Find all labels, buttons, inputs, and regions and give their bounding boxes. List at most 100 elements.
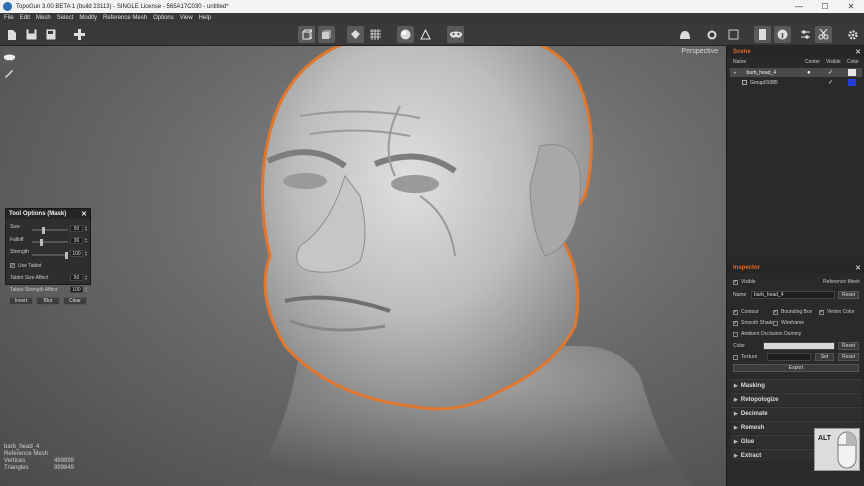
cube-wire-icon[interactable]	[298, 26, 315, 43]
tablet-size-value[interactable]: 50	[70, 274, 83, 281]
cube-solid-icon[interactable]	[318, 26, 335, 43]
scene-col-color[interactable]: Color	[847, 59, 859, 65]
triangle-wire-icon[interactable]	[417, 26, 434, 43]
color-reset-button[interactable]: Reset	[838, 342, 859, 350]
menu-edit[interactable]: Edit	[20, 15, 30, 21]
texture-input[interactable]	[767, 353, 811, 361]
info-icon[interactable]	[754, 26, 771, 43]
settings-gear-icon[interactable]	[844, 26, 861, 43]
minimize-button[interactable]: —	[786, 0, 812, 13]
inspector-header[interactable]: Inspector ✕	[727, 263, 864, 273]
menu-reference-mesh[interactable]: Reference Mesh	[103, 15, 147, 21]
maximize-button[interactable]: ☐	[812, 0, 838, 13]
use-tablet-row[interactable]: ✓ Use Tablet	[10, 261, 42, 270]
scene-col-center[interactable]: Center	[805, 59, 820, 65]
clear-button[interactable]: Clear	[63, 297, 87, 305]
menu-modify[interactable]: Modify	[79, 15, 97, 21]
inspector-close-icon[interactable]: ✕	[855, 264, 861, 272]
visible-check-icon[interactable]: ✓	[828, 79, 833, 86]
menu-help[interactable]: Help	[199, 15, 211, 21]
visible-check-icon[interactable]: ✓	[828, 69, 833, 76]
falloff-spin-icon[interactable]: ▴ ▾	[84, 237, 88, 244]
texture-reset-button[interactable]: Reset	[838, 353, 859, 361]
frame-icon[interactable]	[725, 26, 742, 43]
smooth-shade-checkbox[interactable]: ✓	[733, 320, 738, 326]
scene-col-name[interactable]: Name	[733, 59, 746, 65]
close-button[interactable]: ✕	[838, 0, 864, 13]
section-retopologize[interactable]: ▶ Retopologize	[731, 393, 861, 405]
strength-slider-knob[interactable]	[65, 252, 68, 259]
texture-checkbox[interactable]	[733, 354, 738, 360]
color-swatch[interactable]	[848, 79, 856, 86]
save-icon[interactable]	[23, 26, 40, 43]
menu-options[interactable]: Options	[153, 15, 174, 21]
scene-close-icon[interactable]: ✕	[855, 48, 861, 56]
tool-options-header[interactable]: Tool Options (Mask) ✕	[6, 209, 90, 219]
bounding-box-checkbox[interactable]: ✓	[773, 309, 778, 315]
strength-spin-icon[interactable]: ▴ ▾	[84, 250, 88, 257]
scene-header[interactable]: Scene ✕	[727, 47, 864, 57]
name-input[interactable]: barb_head_4	[751, 291, 835, 299]
color-field[interactable]	[763, 342, 835, 350]
size-slider-knob[interactable]	[41, 227, 45, 234]
sphere-shaded-icon[interactable]	[397, 26, 414, 43]
add-icon[interactable]	[71, 26, 88, 43]
section-decimate[interactable]: ▶ Decimate	[731, 407, 861, 419]
invert-button[interactable]: Invert	[9, 297, 33, 305]
brush-tool-icon[interactable]	[2, 66, 16, 80]
grid-mesh-icon[interactable]	[367, 26, 384, 43]
menu-mesh[interactable]: Mesh	[36, 15, 51, 21]
menu-file[interactable]: File	[4, 15, 14, 21]
mask-tool-icon[interactable]	[2, 50, 16, 64]
use-tablet-checkbox[interactable]: ✓	[10, 263, 15, 269]
menu-select[interactable]: Select	[57, 15, 74, 21]
visible-row[interactable]: ✓ Visible	[733, 279, 756, 285]
texture-row[interactable]: Texture	[733, 354, 757, 360]
falloff-slider[interactable]	[32, 239, 68, 246]
3d-viewport[interactable]: Perspective	[0, 46, 726, 486]
name-reset-button[interactable]: Reset	[838, 291, 859, 299]
falloff-slider-knob[interactable]	[40, 239, 44, 246]
scene-row-barb-head[interactable]: ▸ barb_head_4 ● ✓	[730, 68, 862, 77]
scene-row-group[interactable]: Group01085 ✓	[730, 78, 862, 87]
save-as-icon[interactable]	[43, 26, 60, 43]
bounding-box-row[interactable]: ✓ Bounding Box	[773, 309, 812, 315]
tablet-strength-spin-icon[interactable]: ▴ ▾	[84, 286, 88, 293]
scissors-icon[interactable]	[815, 26, 832, 43]
tool-options-close-icon[interactable]: ✕	[81, 210, 87, 218]
size-spin-icon[interactable]: ▴ ▾	[84, 225, 88, 232]
strength-value[interactable]: 100	[70, 250, 83, 257]
vertex-color-checkbox[interactable]: ✓	[819, 309, 824, 315]
ambient-occlusion-checkbox[interactable]	[733, 331, 738, 337]
sliders-icon[interactable]	[797, 26, 814, 43]
new-file-icon[interactable]	[3, 26, 20, 43]
strength-slider[interactable]	[32, 252, 68, 259]
mask-icon[interactable]	[447, 26, 464, 43]
size-slider[interactable]	[32, 227, 68, 234]
section-masking[interactable]: ▶ Masking	[731, 379, 861, 391]
menu-view[interactable]: View	[180, 15, 193, 21]
tablet-size-spin-icon[interactable]: ▴ ▾	[84, 274, 88, 281]
vertex-color-row[interactable]: ✓ Vertex Color	[819, 309, 855, 315]
info-circle-icon[interactable]	[774, 26, 791, 43]
blur-button[interactable]: Blur	[36, 297, 60, 305]
tablet-strength-value[interactable]: 100	[70, 286, 83, 293]
size-value[interactable]: 50	[70, 225, 83, 232]
color-swatch[interactable]	[848, 69, 856, 76]
camera-mode-label[interactable]: Perspective	[681, 48, 718, 55]
visible-checkbox[interactable]: ✓	[733, 279, 738, 285]
smooth-shade-row[interactable]: ✓ Smooth Shade	[733, 320, 774, 326]
center-dot-icon[interactable]: ●	[807, 70, 811, 76]
helmet-icon[interactable]	[676, 26, 693, 43]
gear-small-icon[interactable]	[703, 26, 720, 43]
falloff-value[interactable]: 36	[70, 237, 83, 244]
scene-col-visible[interactable]: Visible	[826, 59, 841, 65]
wireframe-row[interactable]: Wireframe	[773, 320, 804, 326]
reference-mesh-icon[interactable]	[347, 26, 364, 43]
ambient-occlusion-row[interactable]: Ambient Occlusion Dummy	[733, 331, 801, 337]
contour-checkbox[interactable]: ✓	[733, 309, 738, 315]
contour-row[interactable]: ✓ Contour	[733, 309, 759, 315]
texture-set-button[interactable]: Set	[815, 353, 834, 361]
wireframe-checkbox[interactable]	[773, 320, 778, 326]
export-button[interactable]: Export	[733, 364, 859, 372]
